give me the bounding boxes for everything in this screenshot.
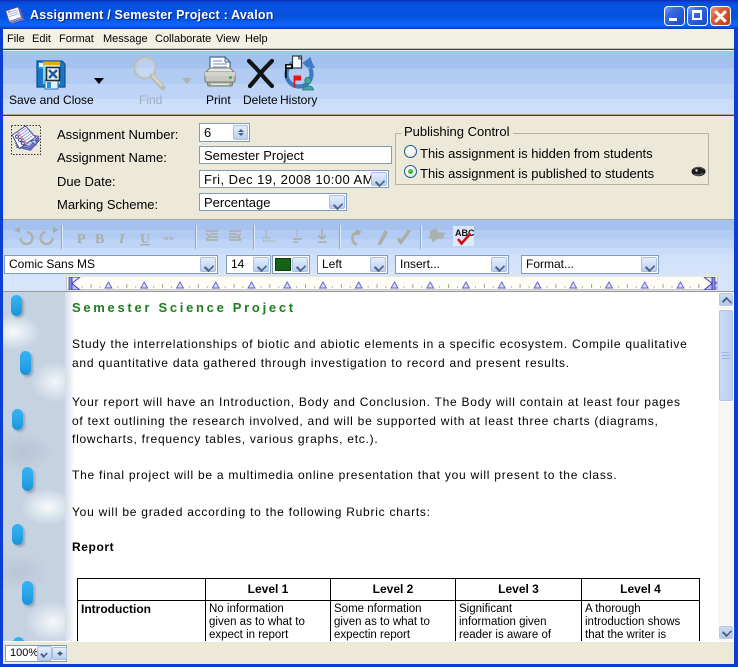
svg-text:«»: «» (163, 232, 174, 244)
svg-text:P: P (77, 232, 86, 247)
svg-text:U: U (140, 232, 150, 247)
svg-text:ABC: ABC (455, 228, 475, 238)
svg-text:I: I (118, 232, 125, 247)
svg-text:B: B (95, 232, 104, 247)
